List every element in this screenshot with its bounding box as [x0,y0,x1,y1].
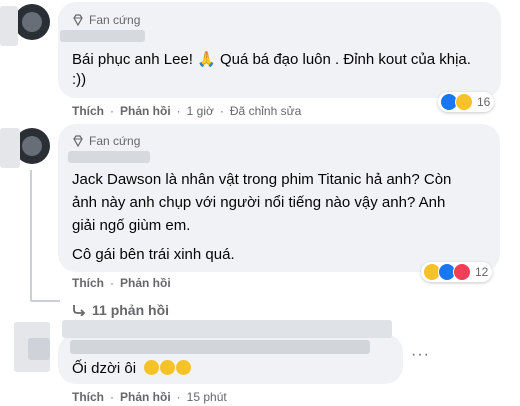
reaction-summary[interactable]: 12 [421,262,493,282]
replies-count-label: 11 phản hồi [92,302,170,318]
laughing-emoji-icon [160,360,176,375]
blurred-avatar-area [0,128,20,168]
like-link[interactable]: Thích [72,276,104,290]
separator: · [219,104,224,118]
fan-badge-label: Fan cứng [89,134,141,148]
fan-badge-label: Fan cứng [89,13,141,27]
thread-line-curve [30,300,60,302]
fan-badge: Fan cứng [72,134,140,148]
more-options-button[interactable]: ··· [411,346,430,364]
comment-actions: Thích · Phản hồi [72,276,171,290]
fan-badge: Fan cứng [72,13,140,27]
diamond-icon [73,135,83,147]
love-icon [453,263,471,281]
blurred-avatar-area [0,6,18,46]
separator: · [110,390,114,404]
reaction-count: 12 [475,265,489,279]
laughing-emoji-icon [144,360,160,375]
like-link[interactable]: Thích [72,104,104,118]
thread-line [30,170,32,300]
diamond-icon [73,14,83,26]
laughing-emoji-icon [176,360,192,375]
comment-actions: Thích · Phản hồi · 15 phút [72,390,227,404]
timestamp[interactable]: 15 phút [187,390,227,404]
timestamp[interactable]: 1 giờ [187,104,214,118]
comment-actions: Thích · Phản hồi · 1 giờ · Đã chỉnh sửa [72,104,301,118]
reply-link[interactable]: Phản hồi [120,390,171,404]
reply-link[interactable]: Phản hồi [120,104,171,118]
blurred-author-name [62,320,392,338]
blurred-avatar-area [28,338,50,360]
reaction-count: 16 [477,95,491,109]
comment-text-line: giải ngố giùm em. [72,217,191,234]
like-link[interactable]: Thích [72,390,104,404]
comment-text: Ối dzời ôi [72,359,192,379]
comment-text-line: Jack Dawson là nhân vật trong phim Titan… [72,171,452,188]
reply-arrow-icon [73,305,86,316]
comment-text-line: ảnh này anh chụp với người nổi tiếng nào… [72,194,446,211]
comment-text: Bái phục anh Lee! 🙏 Quá bá đạo luôn . Đỉ… [72,51,471,88]
reaction-summary[interactable]: 16 [438,92,495,112]
avatar[interactable] [14,4,50,40]
separator: · [176,390,181,404]
separator: · [110,276,114,290]
blurred-author-name [60,30,145,42]
blurred-author-name [68,151,150,163]
blurred-author-name [70,340,370,354]
separator: · [110,104,114,118]
separator: · [176,104,181,118]
comment-text-second-paragraph: Cô gái bên trái xinh quá. [72,246,235,263]
edited-label: Đã chỉnh sửa [229,104,302,118]
view-replies-link[interactable]: 11 phản hồi [72,302,169,318]
reply-link[interactable]: Phản hồi [120,276,171,290]
comment-text-content: Ối dzời ôi [72,360,137,377]
haha-icon [455,93,473,111]
